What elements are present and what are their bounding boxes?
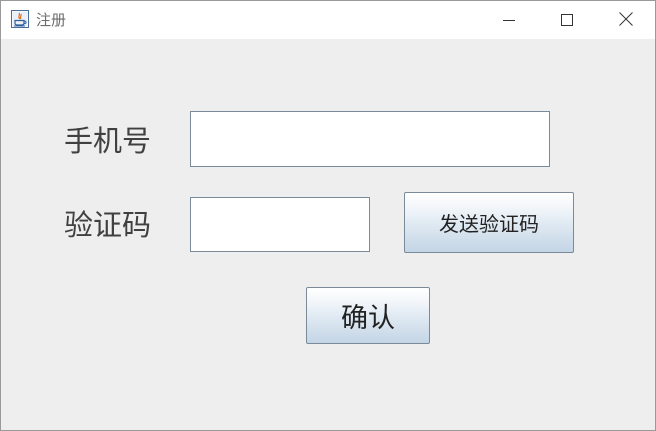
form-panel: 手机号 验证码 发送验证码 确认 xyxy=(1,39,655,430)
title-bar[interactable]: 注册 xyxy=(1,1,655,39)
verification-code-label: 验证码 xyxy=(64,208,152,242)
register-window: 注册 手机号 验证码 发送验证码 确认 xyxy=(0,0,656,431)
send-code-button[interactable]: 发送验证码 xyxy=(404,192,574,253)
phone-label: 手机号 xyxy=(64,124,152,158)
maximize-icon xyxy=(561,11,573,30)
confirm-button[interactable]: 确认 xyxy=(306,287,430,344)
close-icon xyxy=(619,11,633,30)
phone-input[interactable] xyxy=(190,111,550,167)
minimize-icon xyxy=(503,11,515,30)
minimize-button[interactable] xyxy=(480,1,538,39)
maximize-button[interactable] xyxy=(538,1,596,39)
java-app-icon xyxy=(11,10,29,28)
verification-code-input[interactable] xyxy=(190,197,370,252)
window-title: 注册 xyxy=(36,11,67,29)
close-button[interactable] xyxy=(597,1,655,39)
